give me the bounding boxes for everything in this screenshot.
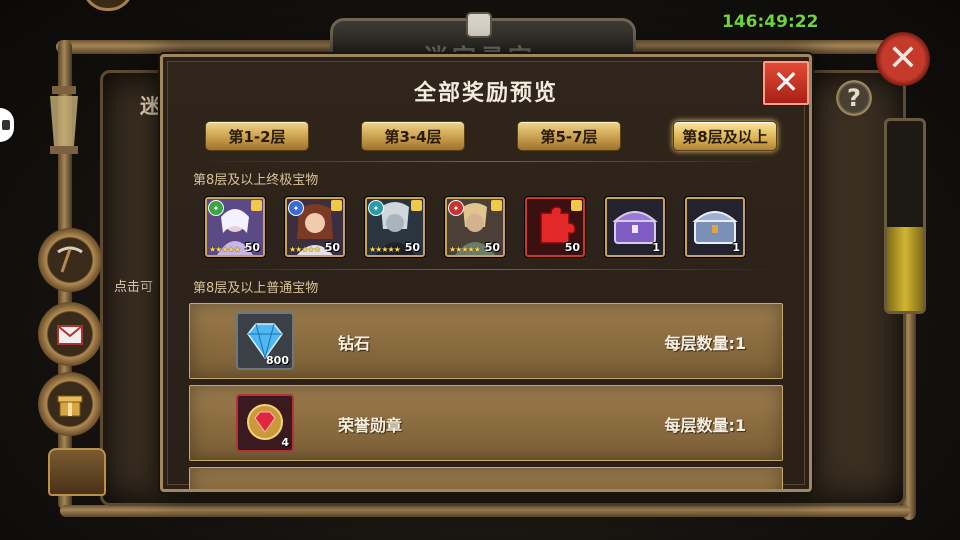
red-puzzle-item[interactable]: 50: [525, 197, 585, 257]
reward-quantity: 每层数量:1: [664, 416, 746, 435]
reward-preview-modal: 全部奖励预览 ✕ 第1-2层 第3-4层 第5-7层 第8层及以上 第8层及以上…: [160, 54, 812, 492]
puzzle-icon: [411, 200, 422, 211]
star-rating: ★★★★★: [289, 245, 321, 254]
pipe-top: [56, 40, 356, 54]
reward-name: 钻石: [338, 334, 371, 353]
puzzle-icon: [491, 200, 502, 211]
item-count: 800: [266, 354, 289, 367]
silver-chest-item[interactable]: 1: [685, 197, 745, 257]
hero-shard-item-1[interactable]: ✦ ★★★★★ 50: [205, 197, 265, 257]
star-rating: ★★★★★: [449, 245, 481, 254]
star-rating: ★★★★★: [369, 245, 401, 254]
element-badge: ✦: [448, 200, 464, 216]
divider: [191, 161, 781, 162]
puzzle-icon: [251, 200, 262, 211]
element-badge: ✦: [288, 200, 304, 216]
gauge-fill: [887, 227, 923, 311]
pickaxe-icon: [57, 246, 83, 273]
gift-icon: [57, 395, 83, 417]
main-close-button[interactable]: ✕: [876, 32, 930, 86]
tab-floor-8-plus[interactable]: 第8层及以上: [673, 121, 777, 151]
mail-button[interactable]: [38, 302, 102, 366]
tab-floor-1-2[interactable]: 第1-2层: [205, 121, 309, 151]
reward-row-diamond: 800 钻石 每层数量:1: [189, 303, 783, 379]
dice-icon: [466, 12, 492, 38]
diamond-icon[interactable]: 800: [236, 312, 294, 370]
reward-name: 荣誉勋章: [338, 416, 403, 435]
help-button[interactable]: ?: [836, 80, 872, 116]
puzzle-icon: [331, 200, 342, 211]
reward-quantity: 每层数量:1: [664, 334, 746, 353]
lamp-icon: [50, 86, 78, 154]
close-icon: ✕: [887, 38, 919, 79]
side-hint-text: 点击可: [114, 280, 154, 295]
gift-button[interactable]: [38, 372, 102, 436]
pickaxe-button[interactable]: [38, 228, 102, 292]
item-count: 50: [564, 241, 580, 254]
item-count: 1: [652, 241, 660, 254]
divider: [191, 269, 781, 270]
item-count: 50: [324, 241, 340, 254]
puzzle-icon: [571, 200, 582, 211]
item-count: 1: [732, 241, 740, 254]
hero-shard-item-4[interactable]: ✦ ★★★★★ 50: [445, 197, 505, 257]
pipe-top-right: [620, 40, 900, 54]
item-count: 50: [404, 241, 420, 254]
progress-gauge: [884, 118, 926, 314]
tab-floor-3-4[interactable]: 第3-4层: [361, 121, 465, 151]
item-count: 50: [244, 241, 260, 254]
tab-floor-5-7[interactable]: 第5-7层: [517, 121, 621, 151]
honor-medal-icon[interactable]: 4: [236, 394, 294, 452]
ultimate-items-row: ✦ ★★★★★ 50 ✦ ★★★★★ 50 ✦ ★★★★★ 50 ✦ ★★★★★…: [205, 197, 765, 257]
element-badge: ✦: [208, 200, 224, 216]
modal-close-button[interactable]: ✕: [763, 61, 809, 105]
item-count: 50: [484, 241, 500, 254]
item-count: 4: [281, 436, 289, 449]
purple-chest-item[interactable]: 1: [605, 197, 665, 257]
element-badge: ✦: [368, 200, 384, 216]
ultimate-section-label: 第8层及以上终极宝物: [193, 173, 319, 188]
event-timer: 146:49:22: [722, 12, 819, 32]
floor-tabs: 第1-2层 第3-4层 第5-7层 第8层及以上: [201, 121, 781, 151]
pipe-bottom: [60, 505, 910, 517]
mail-icon: [57, 325, 83, 345]
normal-section-label: 第8层及以上普通宝物: [193, 281, 319, 296]
reward-row-partial: [189, 467, 783, 489]
hero-shard-item-3[interactable]: ✦ ★★★★★ 50: [365, 197, 425, 257]
side-banner-text: 迷: [140, 94, 160, 118]
hero-shard-item-2[interactable]: ✦ ★★★★★ 50: [285, 197, 345, 257]
modal-title: 全部奖励预览: [413, 81, 558, 106]
treasure-chest-icon[interactable]: [48, 448, 106, 496]
reward-row-honor-medal: 4 荣誉勋章 每层数量:1: [189, 385, 783, 461]
star-rating: ★★★★★: [209, 245, 241, 254]
